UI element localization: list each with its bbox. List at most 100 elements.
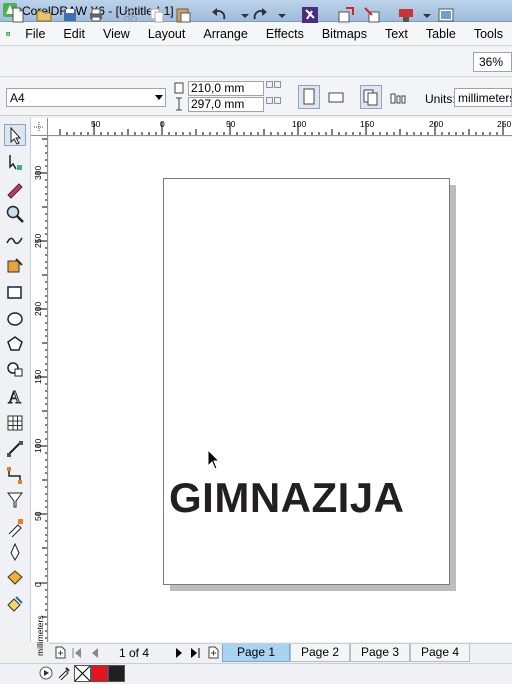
document-page[interactable] xyxy=(163,178,450,585)
smart-fill-tool-icon[interactable] xyxy=(4,255,26,277)
last-page-icon[interactable] xyxy=(190,648,200,658)
all-pages-button[interactable] xyxy=(360,85,382,109)
menu-effects[interactable]: Effects xyxy=(257,27,313,41)
ruler-label: 150 xyxy=(33,369,43,384)
menu-bitmaps[interactable]: Bitmaps xyxy=(313,27,376,41)
freehand-tool-icon[interactable] xyxy=(4,229,26,251)
landscape-button[interactable] xyxy=(325,85,347,109)
zoom-level-field[interactable]: 36% xyxy=(473,52,512,72)
table-tool-icon[interactable] xyxy=(4,412,26,434)
zoom-tool-icon[interactable] xyxy=(4,203,26,225)
width-spinner[interactable] xyxy=(266,81,282,96)
launcher-dropdown-icon[interactable] xyxy=(418,6,436,24)
blend-tool-icon[interactable] xyxy=(4,489,26,511)
no-color-swatch[interactable] xyxy=(74,665,91,682)
svg-text:A: A xyxy=(8,387,21,407)
eyedropper-icon[interactable] xyxy=(57,666,71,680)
page-size-value: A4 xyxy=(10,91,25,105)
ruler-label: 50 xyxy=(91,119,101,129)
next-page-icon[interactable] xyxy=(174,648,184,658)
units-label: Units: xyxy=(425,92,456,106)
all-pages-icon xyxy=(363,89,378,106)
menu-table[interactable]: Table xyxy=(417,27,465,41)
fill-tool-icon[interactable] xyxy=(4,567,26,589)
first-page-icon[interactable] xyxy=(72,648,82,658)
parallel-dimension-tool-icon[interactable] xyxy=(4,438,26,460)
portrait-button[interactable] xyxy=(298,85,320,109)
export-icon[interactable] xyxy=(363,6,381,24)
application-launcher-icon[interactable] xyxy=(397,6,415,24)
ellipse-tool-icon[interactable] xyxy=(4,308,26,330)
print-icon[interactable] xyxy=(87,6,105,24)
landscape-icon xyxy=(328,92,344,103)
artistic-text-object[interactable]: GIMNAZIJA xyxy=(169,474,405,522)
import-icon[interactable] xyxy=(337,6,355,24)
previous-page-icon[interactable] xyxy=(90,648,100,658)
ruler-unit-label: millimeters xyxy=(35,615,45,656)
horizontal-ruler[interactable]: 50 0 50 100 150 200 250 xyxy=(48,118,512,136)
cut-icon[interactable] xyxy=(122,6,140,24)
menu-bar: File Edit View Layout Arrange Effects Bi… xyxy=(0,22,512,46)
redo-icon[interactable] xyxy=(251,6,269,24)
menu-edit[interactable]: Edit xyxy=(54,27,94,41)
pick-tool-icon[interactable] xyxy=(4,124,26,146)
no-fill-icon xyxy=(74,665,91,682)
portrait-icon xyxy=(303,88,315,105)
ruler-label: 100 xyxy=(33,438,43,453)
paste-icon[interactable] xyxy=(174,6,192,24)
tab-page-1[interactable]: Page 1 xyxy=(222,644,290,662)
standard-toolbar xyxy=(0,47,512,77)
open-folder-icon[interactable] xyxy=(35,6,53,24)
ruler-label: 50 xyxy=(226,119,236,129)
basic-shapes-tool-icon[interactable] xyxy=(4,358,26,380)
menu-layout[interactable]: Layout xyxy=(139,27,195,41)
menu-tools[interactable]: Tools xyxy=(465,27,512,41)
tab-page-3[interactable]: Page 3 xyxy=(350,644,410,662)
document-menu-icon[interactable] xyxy=(6,25,11,43)
vertical-ruler[interactable]: 300 250 200 150 100 50 0 xyxy=(31,136,48,642)
undo-icon[interactable] xyxy=(210,6,228,24)
new-document-icon[interactable] xyxy=(9,6,27,24)
mouse-cursor-icon xyxy=(207,449,221,470)
outline-pen-tool-icon[interactable] xyxy=(4,541,26,563)
ruler-origin[interactable] xyxy=(31,118,48,136)
search-content-icon[interactable] xyxy=(301,6,319,24)
add-page-before-icon[interactable] xyxy=(54,646,66,659)
connector-tool-icon[interactable] xyxy=(4,464,26,486)
ruler-label: 0 xyxy=(33,582,43,587)
welcome-screen-icon[interactable] xyxy=(437,6,455,24)
vertical-ruler-ticks xyxy=(35,138,47,639)
ruler-label: 100 xyxy=(292,119,307,129)
units-select[interactable]: millimeters xyxy=(454,88,512,107)
page-width-field[interactable]: 210,0 mm xyxy=(188,81,264,96)
tab-page-2[interactable]: Page 2 xyxy=(290,644,350,662)
shape-tool-icon[interactable] xyxy=(4,152,26,174)
menu-view[interactable]: View xyxy=(94,27,139,41)
eyedropper-tool-icon[interactable] xyxy=(4,516,26,538)
ruler-origin-icon xyxy=(34,122,44,132)
save-icon[interactable] xyxy=(61,6,79,24)
smear-tool-icon[interactable] xyxy=(4,178,26,200)
page-size-select[interactable]: A4 xyxy=(6,88,166,107)
palette-scroll-icon[interactable] xyxy=(39,666,53,680)
menu-file[interactable]: File xyxy=(16,27,54,41)
copy-icon[interactable] xyxy=(148,6,166,24)
polygon-tool-icon[interactable] xyxy=(4,333,26,355)
ruler-label: 200 xyxy=(33,301,43,316)
redo-dropdown-icon[interactable] xyxy=(273,6,291,24)
add-page-after-icon[interactable] xyxy=(207,646,219,659)
page-height-field[interactable]: 297,0 mm xyxy=(188,97,264,112)
menu-arrange[interactable]: Arrange xyxy=(194,27,256,41)
menu-text[interactable]: Text xyxy=(376,27,417,41)
color-swatch-black[interactable] xyxy=(108,665,125,682)
interactive-fill-tool-icon[interactable] xyxy=(4,593,26,615)
height-spinner[interactable] xyxy=(266,97,282,112)
page-width-icon xyxy=(174,82,184,94)
page-height-icon xyxy=(176,97,182,111)
color-swatch-red[interactable] xyxy=(91,665,108,682)
current-page-button[interactable] xyxy=(387,85,409,109)
current-page-icon xyxy=(390,93,406,104)
tab-page-4[interactable]: Page 4 xyxy=(410,644,470,662)
rectangle-tool-icon[interactable] xyxy=(4,282,26,304)
text-tool-icon[interactable]: A xyxy=(4,385,26,408)
